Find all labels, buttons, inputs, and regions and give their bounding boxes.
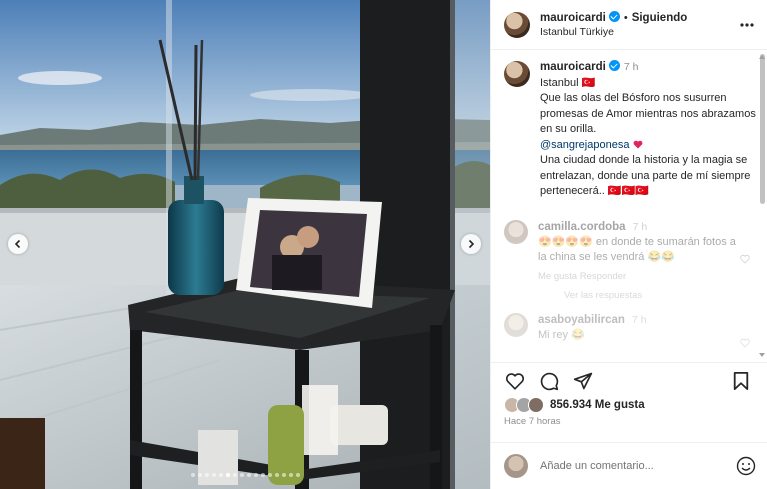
scroll-down-arrow-icon[interactable] — [759, 352, 765, 358]
author-info: mauroicardi • Siguiendo Istanbul Türkiye — [540, 10, 739, 39]
post-timestamp[interactable]: Hace 7 horas — [504, 416, 561, 427]
add-comment-bar — [491, 442, 767, 489]
comment-text: 😍😍😍😍 en donde te sumarán fotos a la chin… — [538, 235, 736, 263]
comments-area[interactable]: mauroicardi 7 h Istanbul 🇹🇷 Que las olas … — [491, 50, 767, 362]
caption-line-message: Que las olas del Bósforo nos susurren pr… — [540, 92, 756, 135]
carousel-dot — [239, 473, 244, 477]
bookmark-icon — [733, 372, 749, 390]
carousel-dot — [274, 473, 279, 477]
comments-scrollbar[interactable] — [760, 54, 765, 204]
verified-badge-icon — [608, 11, 620, 22]
following-button[interactable]: Siguiendo — [632, 12, 688, 24]
carousel-dot — [267, 473, 272, 477]
post-photo — [0, 0, 490, 489]
caption: mauroicardi 7 h Istanbul 🇹🇷 Que las olas … — [504, 60, 756, 200]
carousel-dot — [204, 473, 209, 477]
comment-like-heart-icon[interactable] — [740, 254, 750, 264]
carousel-dot — [253, 473, 258, 477]
comment-actions[interactable]: Me gusta Responder — [538, 269, 738, 284]
comment-item: asaboyabilircan 7 h Mi rey 😂 — [504, 312, 756, 348]
chevron-left-icon — [14, 239, 21, 249]
action-bar — [491, 362, 767, 399]
comment-username[interactable]: asaboyabilircan — [538, 314, 625, 326]
carousel-dot — [225, 473, 230, 477]
post-header: mauroicardi • Siguiendo Istanbul Türkiye — [491, 0, 767, 50]
comment-text: Mi rey 😂 — [538, 328, 585, 341]
comment-item: camilla.cordoba 7 h 😍😍😍😍 en donde te sum… — [504, 219, 756, 303]
comment-time: 7 h — [632, 313, 647, 326]
comment-username[interactable]: camilla.cordoba — [538, 221, 626, 233]
caption-line-city: Una ciudad donde la historia y la magia … — [540, 154, 751, 197]
user-avatar — [504, 454, 528, 478]
carousel-dot — [211, 473, 216, 477]
like-button[interactable] — [504, 370, 526, 392]
carousel-dot — [197, 473, 202, 477]
caption-time: 7 h — [623, 61, 639, 73]
carousel-dot — [260, 473, 265, 477]
save-button[interactable] — [730, 370, 752, 392]
caption-username[interactable]: mauroicardi — [540, 61, 606, 73]
likes-summary[interactable]: 856.934 Me gusta — [504, 397, 645, 413]
next-image-button[interactable] — [461, 234, 481, 254]
mention-link[interactable]: @sangrejaponesa — [540, 139, 629, 151]
carousel-dot — [232, 473, 237, 477]
chevron-right-icon — [468, 239, 475, 249]
comment-button[interactable] — [538, 370, 560, 392]
comment-body: camilla.cordoba 7 h 😍😍😍😍 en donde te sum… — [538, 220, 738, 303]
scroll-up-arrow-icon[interactable] — [759, 54, 765, 60]
avatar[interactable] — [504, 11, 530, 38]
comment-avatar[interactable] — [504, 219, 528, 244]
location-link[interactable]: Istanbul Türkiye — [540, 25, 739, 39]
carousel-dot — [246, 473, 251, 477]
more-options-button[interactable] — [739, 17, 755, 33]
share-icon — [573, 372, 593, 390]
view-replies-link[interactable]: Ver las respuestas — [564, 288, 738, 303]
carousel-dot — [281, 473, 286, 477]
carousel-dot — [295, 473, 300, 477]
comment-body: asaboyabilircan 7 h Mi rey 😂 — [538, 313, 738, 343]
comment-avatar[interactable] — [504, 312, 528, 337]
liker-avatar — [528, 397, 544, 413]
heart-icon — [505, 373, 525, 390]
caption-avatar[interactable] — [504, 61, 530, 87]
comment-like-heart-icon[interactable] — [740, 338, 750, 348]
author-username[interactable]: mauroicardi — [540, 12, 606, 24]
post-media[interactable] — [0, 0, 490, 489]
comment-list: camilla.cordoba 7 h 😍😍😍😍 en donde te sum… — [504, 219, 756, 348]
share-button[interactable] — [572, 370, 594, 392]
caption-text: mauroicardi 7 h Istanbul 🇹🇷 Que las olas … — [540, 60, 756, 200]
comment-input[interactable] — [540, 460, 736, 472]
caption-line-location: Istanbul 🇹🇷 — [540, 76, 596, 89]
post-side-panel: mauroicardi • Siguiendo Istanbul Türkiye m… — [490, 0, 767, 489]
likes-count[interactable]: 856.934 Me gusta — [550, 399, 645, 411]
emoji-icon[interactable] — [736, 456, 756, 476]
previous-image-button[interactable] — [8, 234, 28, 254]
more-horizontal-icon — [740, 22, 754, 27]
instagram-post: mauroicardi • Siguiendo Istanbul Türkiye m… — [0, 0, 767, 489]
carousel-dot — [288, 473, 293, 477]
carousel-dot — [190, 473, 195, 477]
red-heart-emoji-icon — [633, 140, 642, 148]
carousel-dot — [218, 473, 223, 477]
comment-icon — [540, 372, 559, 391]
verified-badge-icon — [608, 60, 620, 71]
separator: • — [623, 12, 628, 24]
comment-time: 7 h — [632, 220, 648, 233]
carousel-indicator — [0, 473, 490, 477]
